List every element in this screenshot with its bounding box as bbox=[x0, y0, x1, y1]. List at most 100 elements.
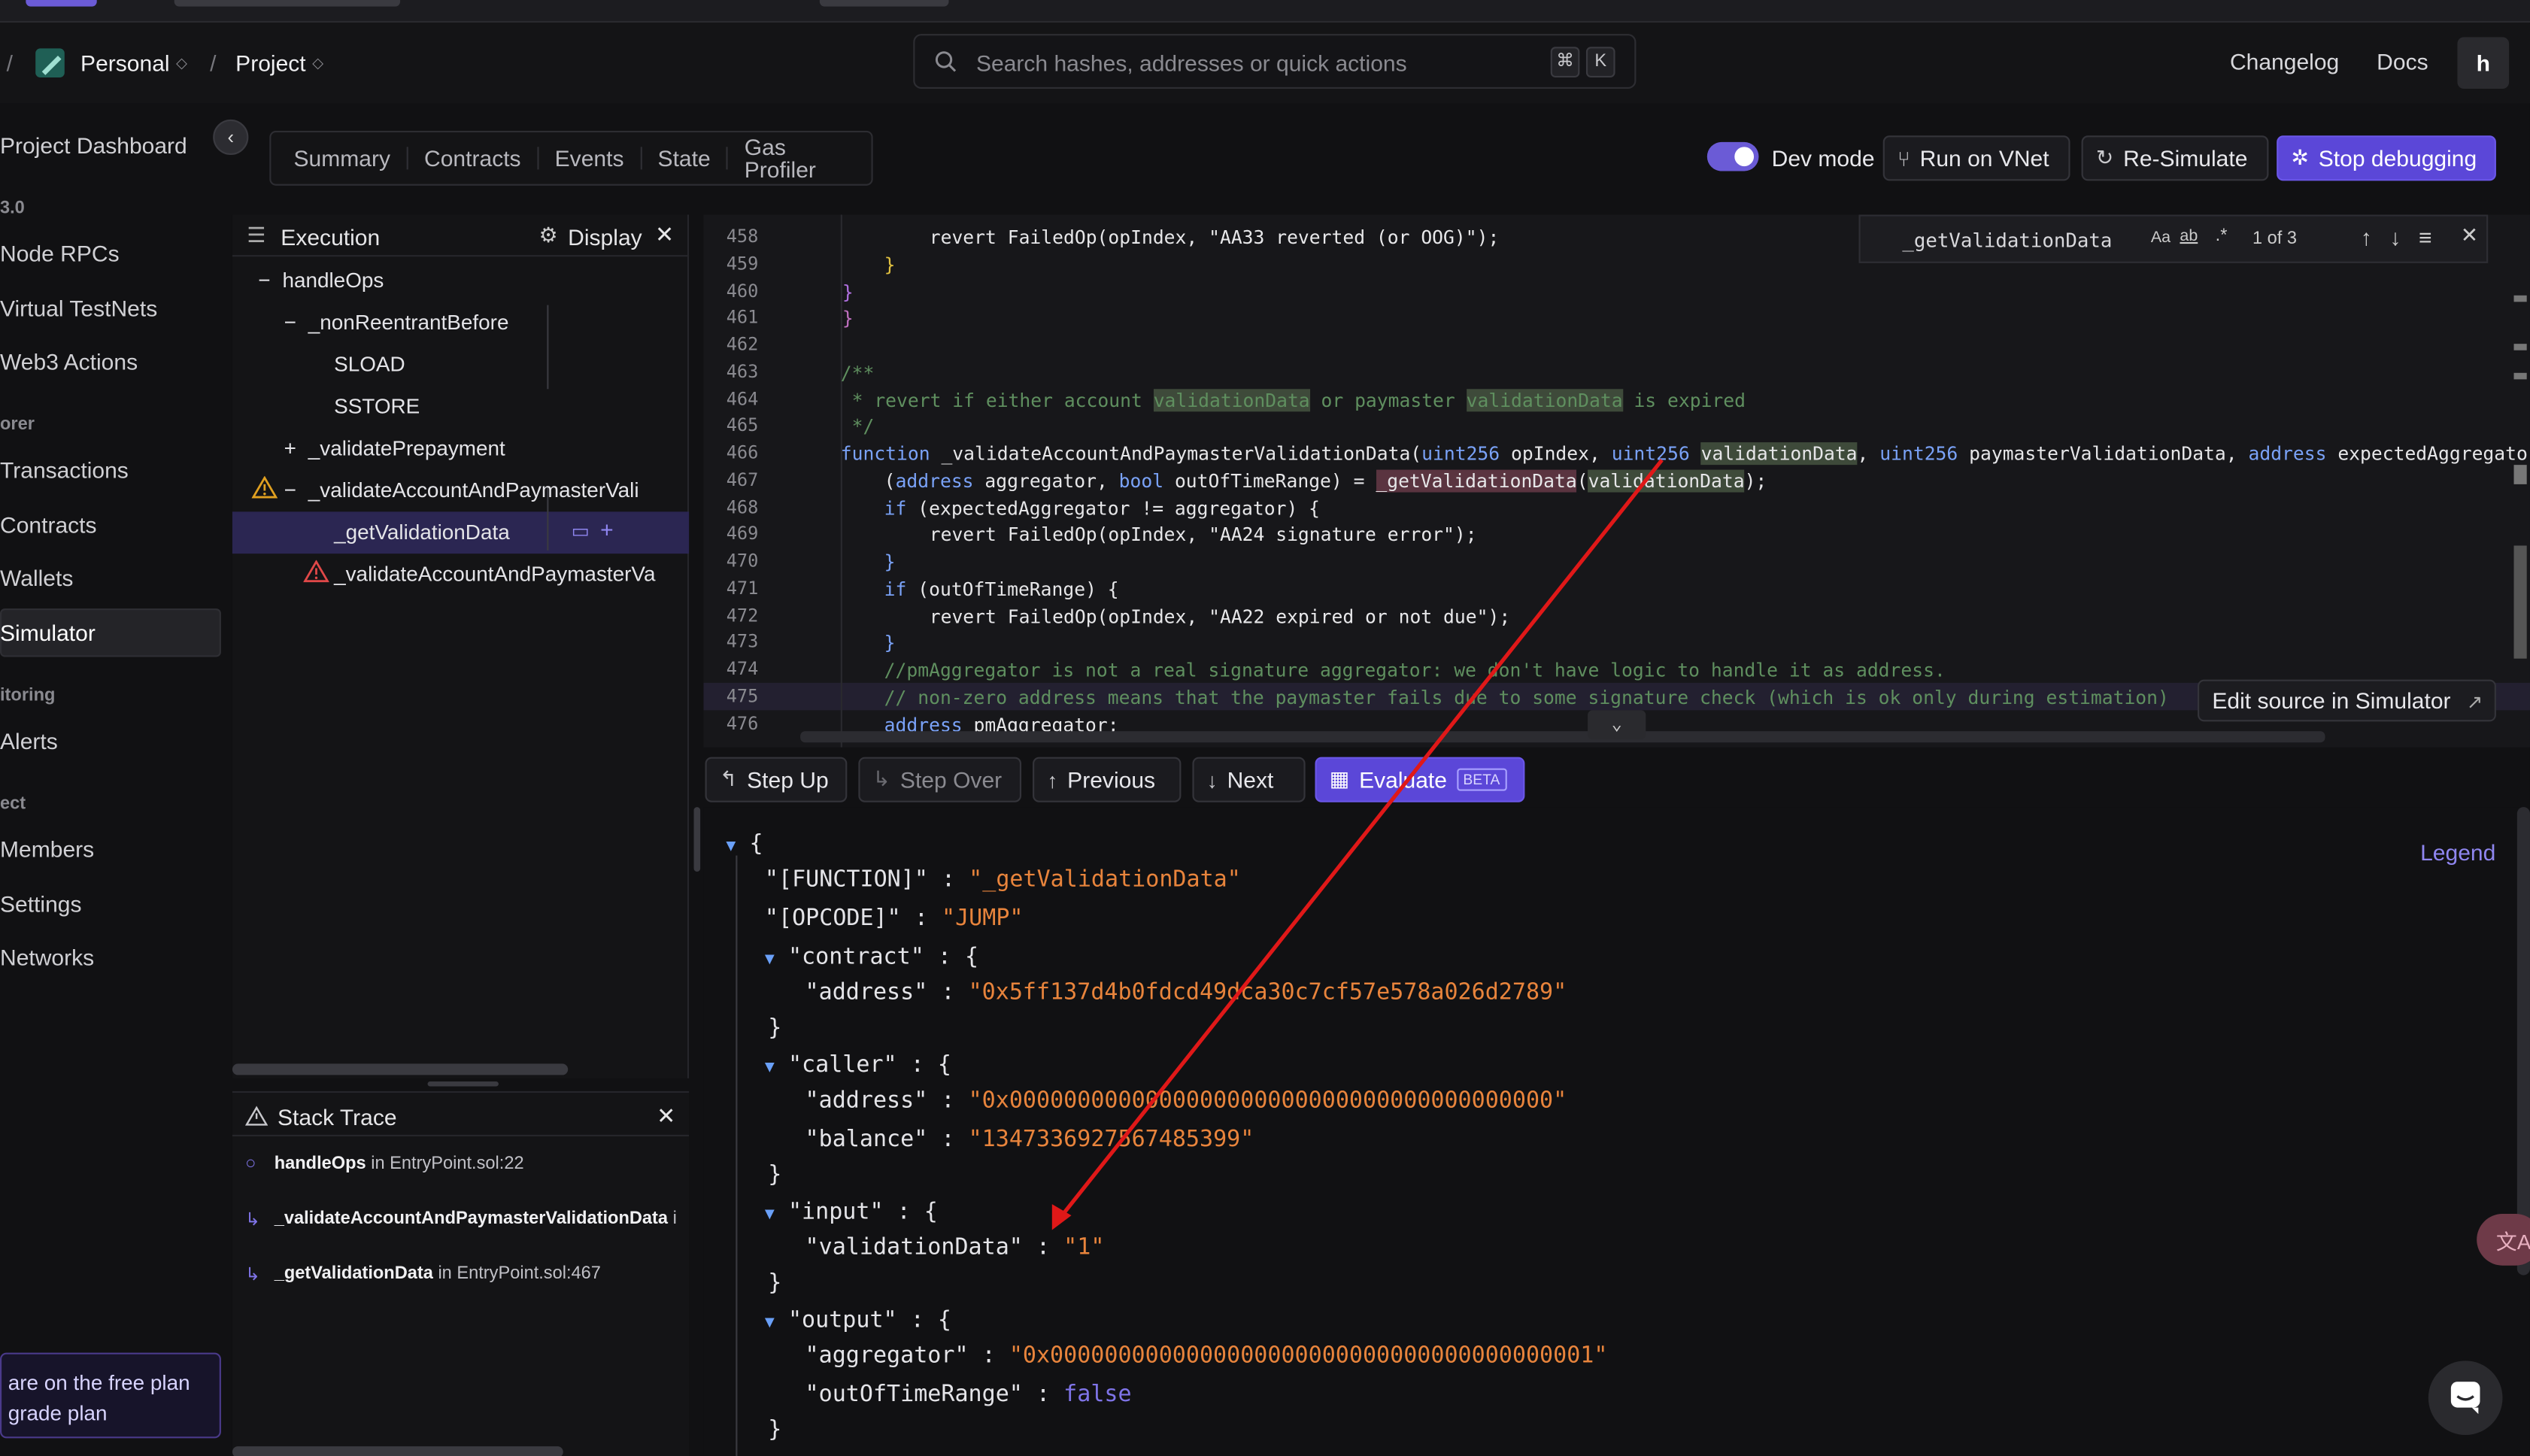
stack-row[interactable]: handleOps in EntryPoint.sol:22 bbox=[275, 1154, 524, 1174]
return-arrow-icon: ↳ bbox=[245, 1265, 260, 1285]
run-on-vnet-button[interactable]: ⑂ Run on VNet bbox=[1882, 135, 2070, 181]
close-icon[interactable]: ✕ bbox=[657, 1103, 675, 1130]
translate-icon[interactable]: 文A bbox=[2477, 1214, 2530, 1266]
line-number: 465 bbox=[726, 414, 759, 436]
caret-down-icon[interactable]: ▼ bbox=[765, 1206, 775, 1224]
step-over-button[interactable]: ↳ Step Over bbox=[858, 757, 1022, 802]
caret-down-icon[interactable]: ▼ bbox=[765, 1059, 775, 1077]
evaluate-button[interactable]: ▦ Evaluate BETA bbox=[1315, 757, 1525, 802]
stop-debugging-button[interactable]: ✲ Stop debugging bbox=[2277, 135, 2496, 181]
line-number: 458 bbox=[726, 226, 759, 247]
regex-icon[interactable]: .* bbox=[2216, 226, 2228, 245]
re-simulate-button[interactable]: ↻ Re-Simulate bbox=[2081, 135, 2269, 181]
previous-button[interactable]: ↑ Previous bbox=[1033, 757, 1182, 802]
search-icon bbox=[935, 51, 957, 72]
tab-contracts[interactable]: Contracts bbox=[408, 147, 539, 170]
sidebar-item-web3-actions[interactable]: Web3 Actions bbox=[0, 349, 138, 375]
run-on-vnet-label: Run on VNet bbox=[1919, 145, 2049, 171]
vertical-scrollbar[interactable] bbox=[2516, 807, 2530, 1276]
arrow-down-icon[interactable]: ↓ bbox=[2389, 224, 2401, 250]
comment-icon[interactable]: ▭ bbox=[571, 520, 589, 542]
tree-node-validateprepayment[interactable]: _validatePrepayment bbox=[308, 436, 505, 460]
tree-node-sstore[interactable]: SSTORE bbox=[334, 394, 420, 418]
tree-node-sload[interactable]: SLOAD bbox=[334, 352, 405, 376]
json-input-validation: "validationData" : "1" bbox=[805, 1234, 1105, 1261]
sidebar-item-wallets[interactable]: Wallets bbox=[0, 565, 73, 590]
stack-loc: EntryPoint.sol:22 bbox=[390, 1154, 524, 1174]
project-selector[interactable]: Project bbox=[235, 50, 305, 76]
match-case-icon[interactable]: Aa bbox=[2151, 229, 2171, 247]
tree-node-handleops[interactable]: handleOps bbox=[282, 268, 384, 292]
dev-mode-toggle[interactable] bbox=[1706, 141, 1759, 171]
edit-source-button[interactable]: Edit source in Simulator ↗ bbox=[2198, 679, 2496, 722]
stack-fn: _getValidationData bbox=[274, 1263, 433, 1284]
free-plan-banner[interactable]: are on the free plan grade plan bbox=[0, 1352, 221, 1439]
tree-node-getvalidationdata[interactable]: _getValidationData bbox=[334, 520, 510, 544]
display-button[interactable]: Display bbox=[568, 224, 642, 250]
sidebar-item-alerts[interactable]: Alerts bbox=[0, 728, 58, 754]
horizontal-scrollbar[interactable] bbox=[232, 1063, 569, 1075]
tree-node-validateaccount[interactable]: _validateAccountAndPaymasterVali bbox=[308, 478, 639, 502]
selection-icon[interactable]: ≡ bbox=[2419, 224, 2432, 250]
vertical-scrollbar[interactable] bbox=[2513, 545, 2527, 659]
browser-tab[interactable] bbox=[819, 0, 949, 7]
kbd-cmd: ⌘ bbox=[1550, 47, 1580, 78]
horizontal-scrollbar[interactable] bbox=[800, 731, 2325, 743]
json-value: false bbox=[1063, 1382, 1132, 1408]
workspace-selector[interactable]: Personal bbox=[80, 50, 170, 76]
step-up-button[interactable]: ↰ Step Up bbox=[705, 757, 848, 802]
legend-link[interactable]: Legend bbox=[2420, 839, 2495, 865]
tree-toggle-icon[interactable]: − bbox=[284, 310, 296, 334]
chat-support-button[interactable] bbox=[2428, 1360, 2503, 1436]
next-button[interactable]: ↓ Next bbox=[1192, 757, 1306, 802]
warning-icon bbox=[245, 1106, 268, 1126]
stack-row[interactable]: _getValidationData in EntryPoint.sol:467 bbox=[275, 1264, 601, 1284]
sidebar-item-members[interactable]: Members bbox=[0, 836, 94, 862]
tree-node-validateaccount-error[interactable]: _validateAccountAndPaymasterVa bbox=[334, 562, 655, 586]
upgrade-plan-link[interactable]: grade plan bbox=[8, 1401, 108, 1425]
close-icon[interactable]: ✕ bbox=[2461, 223, 2478, 248]
json-value: "0x5ff137d4b0fdcd49dca30c7cf57e578a026d2… bbox=[968, 979, 1567, 1006]
sidebar-item-settings[interactable]: Settings bbox=[0, 891, 82, 917]
search-input[interactable]: Search hashes, addresses or quick action… bbox=[913, 34, 1637, 89]
whole-word-icon[interactable]: ab bbox=[2180, 228, 2198, 246]
tree-toggle-icon[interactable]: − bbox=[258, 268, 270, 292]
chevron-down-icon[interactable]: ⌄ bbox=[1588, 710, 1646, 740]
find-input[interactable]: _getValidationData bbox=[1902, 229, 2112, 252]
browser-tab[interactable] bbox=[174, 0, 401, 7]
code-line: //pmAggregator is not a real signature a… bbox=[884, 658, 1946, 681]
tree-toggle-icon[interactable]: − bbox=[284, 478, 296, 502]
collapse-sidebar-button[interactable]: ‹ bbox=[213, 119, 249, 156]
tree-node-nonreentrant[interactable]: _nonReentrantBefore bbox=[308, 310, 509, 334]
tree-toggle-icon[interactable]: + bbox=[284, 436, 296, 460]
minimap-marker bbox=[2513, 372, 2527, 380]
stack-in: in bbox=[371, 1154, 385, 1174]
tab-gas-profiler[interactable]: Gas Profiler bbox=[728, 135, 871, 180]
docs-link[interactable]: Docs bbox=[2377, 48, 2428, 74]
sidebar-item-networks[interactable]: Networks bbox=[0, 945, 94, 970]
tab-events[interactable]: Events bbox=[538, 147, 642, 170]
sidebar-item-node-rpcs[interactable]: Node RPCs bbox=[0, 241, 120, 266]
close-icon[interactable]: ✕ bbox=[655, 221, 674, 248]
sidebar-item-virtual-testnets[interactable]: Virtual TestNets bbox=[0, 296, 157, 321]
sidebar-item-project-dashboard[interactable]: Project Dashboard bbox=[0, 132, 187, 158]
sidebar-item-transactions[interactable]: Transactions bbox=[0, 457, 129, 482]
sidebar-section-label: orer bbox=[0, 414, 35, 435]
stack-row[interactable]: _validateAccountAndPaymasterValidationDa… bbox=[275, 1209, 677, 1229]
caret-down-icon[interactable]: ▼ bbox=[765, 1314, 775, 1332]
horizontal-scrollbar[interactable] bbox=[232, 1446, 563, 1456]
arrow-up-icon[interactable]: ↑ bbox=[2361, 224, 2372, 250]
beta-badge: BETA bbox=[1456, 768, 1506, 791]
tab-summary[interactable]: Summary bbox=[278, 147, 408, 170]
changelog-link[interactable]: Changelog bbox=[2230, 48, 2339, 74]
caret-down-icon[interactable]: ▼ bbox=[765, 951, 775, 969]
sidebar-item-contracts[interactable]: Contracts bbox=[0, 511, 97, 537]
panel-resize-handle[interactable] bbox=[427, 1081, 499, 1087]
avatar[interactable]: h bbox=[2457, 37, 2510, 89]
tab-state[interactable]: State bbox=[642, 147, 729, 170]
caret-down-icon[interactable]: ▼ bbox=[726, 838, 736, 856]
add-icon[interactable]: + bbox=[600, 517, 614, 542]
sidebar-item-simulator[interactable]: Simulator bbox=[0, 620, 96, 645]
browser-tab[interactable] bbox=[26, 0, 97, 7]
code-editor[interactable]: 458 459 460 461 462 463 464 465 466 467 … bbox=[703, 214, 2530, 748]
